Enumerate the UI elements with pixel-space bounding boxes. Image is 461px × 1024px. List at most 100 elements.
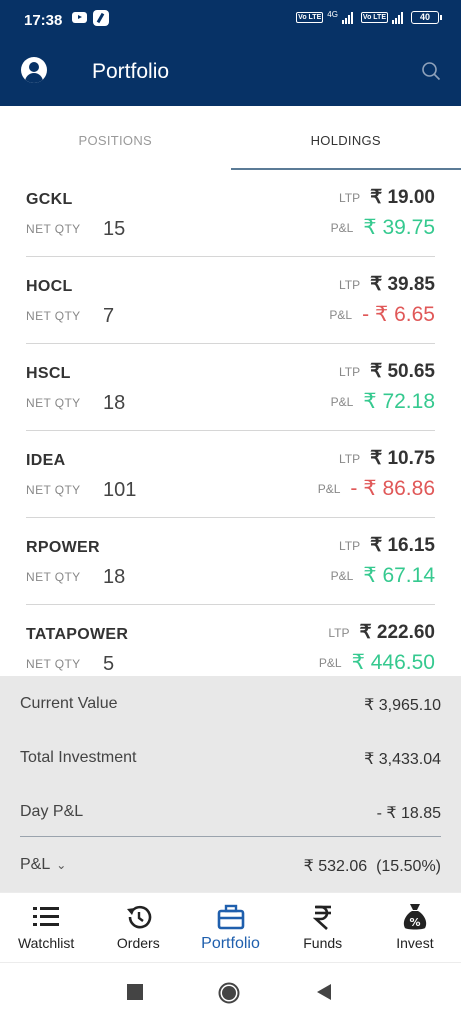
- pnl-label: P&L: [330, 568, 354, 583]
- system-nav-bar: [0, 962, 461, 1024]
- pnl-label: P&L: [330, 394, 354, 409]
- net-qty-label: NET QTY: [26, 222, 81, 236]
- pnl-value: ₹ 72.18: [363, 390, 435, 413]
- nav-label: Invest: [396, 935, 434, 951]
- nav-label: Portfolio: [201, 935, 260, 952]
- portfolio-summary: Current Value ₹ 3,965.10 Total Investmen…: [0, 676, 461, 892]
- history-icon: [127, 905, 152, 929]
- tab-holdings[interactable]: HOLDINGS: [230, 106, 461, 170]
- profile-icon[interactable]: [21, 57, 47, 83]
- pnl-toggle[interactable]: P&L ⌄: [20, 856, 66, 876]
- net-qty-label: NET QTY: [26, 657, 81, 671]
- holdings-list: GCKL NET QTY 15 LTP ₹ 19.00 P&L ₹ 39.75 HO…: [0, 170, 461, 676]
- nav-portfolio[interactable]: Portfolio: [184, 893, 276, 962]
- holding-row[interactable]: RPOWER NET QTY 18 LTP ₹ 16.15 P&L ₹ 67.14: [26, 518, 435, 605]
- holding-symbol: RPOWER: [26, 539, 100, 556]
- battery-icon: 40: [411, 11, 442, 24]
- money-bag-icon: %: [403, 904, 427, 930]
- holding-row[interactable]: IDEA NET QTY 101 LTP ₹ 10.75 P&L - ₹ 86.86: [26, 431, 435, 518]
- ltp-value: ₹ 222.60: [359, 622, 435, 643]
- pnl-value: ₹ 446.50: [351, 651, 435, 674]
- total-investment-label: Total Investment: [20, 749, 137, 766]
- back-button[interactable]: [316, 984, 332, 1000]
- holding-symbol: GCKL: [26, 191, 73, 208]
- day-pnl-label: Day P&L: [20, 803, 84, 820]
- net-qty-label: NET QTY: [26, 309, 81, 323]
- ltp-label: LTP: [338, 277, 361, 292]
- briefcase-icon: [217, 904, 244, 930]
- youtube-notification-icon: [72, 12, 87, 23]
- network-type-label: 4G: [327, 10, 338, 19]
- list-icon: [33, 907, 60, 926]
- ltp-value: ₹ 16.15: [370, 535, 435, 556]
- day-pnl-value: - ₹ 18.85: [376, 805, 441, 822]
- net-qty-label: NET QTY: [26, 483, 81, 497]
- net-qty-value: 5: [103, 653, 115, 675]
- total-investment-row: Total Investment ₹ 3,433.04: [20, 749, 441, 769]
- recent-apps-button[interactable]: [127, 984, 143, 1000]
- status-indicators: Vo LTE 4G Vo LTE 40: [296, 10, 442, 24]
- nav-label: Orders: [116, 935, 160, 951]
- net-qty-value: 101: [103, 479, 137, 501]
- holding-row[interactable]: HOCL NET QTY 7 LTP ₹ 39.85 P&L - ₹ 6.65: [26, 257, 435, 344]
- tab-bar: POSITIONS HOLDINGS: [0, 106, 461, 170]
- svg-text:%: %: [409, 916, 420, 929]
- ltp-value: ₹ 39.85: [370, 274, 435, 295]
- ltp-label: LTP: [338, 451, 361, 466]
- ltp-label: LTP: [338, 190, 361, 205]
- signal-icon: [341, 11, 353, 24]
- ltp-label: LTP: [328, 625, 350, 640]
- nav-label: Watchlist: [17, 935, 75, 951]
- total-pnl-value: ₹ 532.06 (15.50%): [303, 858, 441, 875]
- tab-positions[interactable]: POSITIONS: [0, 106, 231, 170]
- current-value-row: Current Value ₹ 3,965.10: [20, 695, 441, 715]
- net-qty-value: 18: [103, 566, 126, 588]
- holding-row[interactable]: HSCL NET QTY 18 LTP ₹ 50.65 P&L ₹ 72.18: [26, 344, 435, 431]
- volte-icon: Vo LTE: [296, 12, 324, 23]
- volte-icon-2: Vo LTE: [360, 12, 388, 23]
- pnl-value: - ₹ 6.65: [362, 303, 435, 326]
- signal-icon-2: [392, 11, 403, 24]
- pnl-label: P&L: [329, 307, 353, 322]
- ltp-value: ₹ 10.75: [370, 448, 435, 469]
- ltp-label: LTP: [338, 538, 361, 553]
- nav-orders[interactable]: Orders: [92, 893, 184, 962]
- nav-funds[interactable]: Funds: [277, 893, 369, 962]
- status-time: 17:38: [24, 12, 63, 29]
- day-pnl-row: Day P&L - ₹ 18.85: [20, 803, 441, 823]
- pnl-label: P&L: [317, 481, 341, 496]
- pnl-value: ₹ 67.14: [363, 564, 435, 587]
- ltp-value: ₹ 19.00: [370, 187, 435, 208]
- total-pnl-label: P&L: [20, 856, 51, 873]
- app-notification-icon: [93, 10, 109, 26]
- current-value: ₹ 3,965.10: [364, 697, 441, 714]
- pnl-label: P&L: [330, 220, 354, 235]
- holding-symbol: HOCL: [26, 278, 73, 295]
- chevron-down-icon: ⌄: [56, 858, 67, 872]
- nav-label: Funds: [303, 935, 343, 951]
- search-icon[interactable]: [421, 61, 441, 81]
- pnl-value: - ₹ 86.86: [350, 477, 435, 500]
- ltp-value: ₹ 50.65: [370, 361, 435, 382]
- net-qty-value: 7: [103, 305, 115, 327]
- current-value-label: Current Value: [20, 695, 118, 712]
- ltp-label: LTP: [338, 364, 361, 379]
- pnl-label: P&L: [318, 655, 342, 670]
- bottom-nav: Watchlist Orders Portfolio Funds % Inves…: [0, 892, 461, 962]
- net-qty-label: NET QTY: [26, 570, 81, 584]
- summary-divider: [20, 836, 441, 837]
- net-qty-label: NET QTY: [26, 396, 81, 410]
- total-investment: ₹ 3,433.04: [364, 751, 441, 768]
- nav-watchlist[interactable]: Watchlist: [0, 893, 92, 962]
- home-button[interactable]: [218, 982, 240, 1004]
- net-qty-value: 18: [103, 392, 126, 414]
- net-qty-value: 15: [103, 218, 126, 240]
- holding-row[interactable]: GCKL NET QTY 15 LTP ₹ 19.00 P&L ₹ 39.75: [26, 170, 435, 257]
- nav-invest[interactable]: % Invest: [369, 893, 461, 962]
- pnl-value: ₹ 39.75: [363, 216, 435, 239]
- pnl-row[interactable]: P&L ⌄ ₹ 532.06 (15.50%): [20, 856, 441, 876]
- holding-symbol: IDEA: [26, 452, 66, 469]
- holding-row[interactable]: TATAPOWER NET QTY 5 LTP ₹ 222.60 P&L ₹ 446…: [26, 605, 435, 676]
- rupee-icon: [312, 905, 331, 930]
- app-bar: Portfolio: [0, 36, 461, 106]
